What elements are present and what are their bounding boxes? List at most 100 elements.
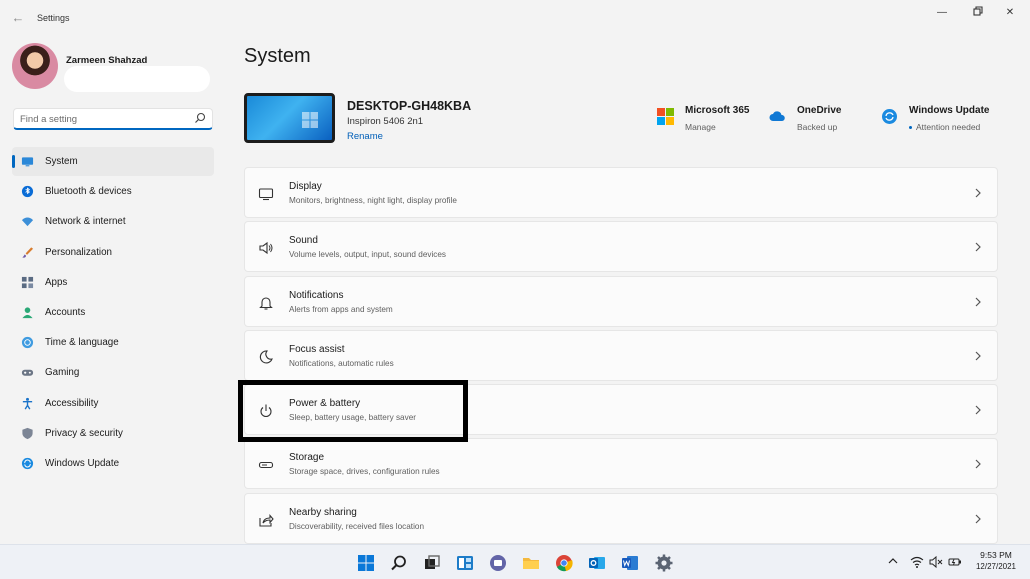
microsoft-365-icon: [657, 108, 674, 125]
back-arrow-icon[interactable]: ←: [10, 10, 26, 26]
setting-subtitle: Monitors, brightness, night light, displ…: [289, 196, 457, 205]
clock-time: 9:53 PM: [980, 550, 1012, 560]
setting-subtitle: Volume levels, output, input, sound devi…: [289, 250, 447, 260]
setting-subtitle: Sleep, battery usage, battery saver: [289, 413, 416, 423]
setting-row-display[interactable]: Display Monitors, brightness, night ligh…: [244, 167, 998, 218]
share-icon: [259, 513, 274, 527]
search-icon[interactable]: [389, 553, 409, 573]
chevron-right-icon: [975, 351, 981, 361]
settings-gear-icon[interactable]: [654, 553, 674, 573]
sidebar-item-accounts[interactable]: Accounts: [12, 298, 214, 327]
chevron-right-icon: [975, 297, 981, 307]
power-icon: [260, 404, 272, 418]
start-icon[interactable]: [356, 553, 376, 573]
setting-title: Storage: [289, 452, 325, 464]
sidebar-item-label: Accessibility: [45, 397, 99, 409]
volume-mute-icon[interactable]: [929, 555, 943, 569]
setting-row-nearby-sharing[interactable]: Nearby sharing Discoverability, received…: [244, 492, 998, 544]
chevron-right-icon: [975, 514, 981, 524]
sidebar-item-privacy[interactable]: Privacy & security: [12, 419, 214, 448]
setting-row-sound[interactable]: Sound Volume levels, output, input, soun…: [244, 221, 998, 273]
taskbar-clock[interactable]: 9:53 PM 12/27/2021: [968, 549, 1024, 573]
monitor-icon: [21, 157, 34, 167]
settings-list: Display Monitors, brightness, night ligh…: [244, 167, 998, 547]
word-icon[interactable]: [620, 553, 640, 573]
sidebar-item-bluetooth[interactable]: Bluetooth & devices: [12, 177, 214, 206]
restore-icon[interactable]: [968, 6, 988, 20]
globe-clock-icon: [21, 337, 34, 349]
quick-link-title: OneDrive: [797, 105, 842, 116]
device-card: DESKTOP-GH48KBA Inspiron 5406 2n1 Rename: [244, 93, 544, 145]
setting-subtitle: Alerts from apps and system: [289, 304, 393, 314]
bell-icon: [259, 297, 273, 310]
setting-row-notifications[interactable]: Notifications Alerts from apps and syste…: [244, 275, 998, 327]
setting-subtitle: Discoverability, received files location: [289, 521, 424, 531]
quick-link-subtitle: Backed up: [797, 122, 838, 132]
chrome-icon[interactable]: [554, 553, 574, 573]
windows-logo-icon: [302, 112, 318, 128]
wifi-icon[interactable]: [910, 555, 924, 569]
quick-link-onedrive[interactable]: OneDrive Backed up: [769, 104, 859, 136]
sidebar-item-label: Bluetooth & devices: [45, 186, 132, 198]
sidebar-item-accessibility[interactable]: Accessibility: [12, 389, 214, 418]
sidebar-item-personalization[interactable]: Personalization: [12, 238, 214, 267]
setting-row-storage[interactable]: Storage Storage space, drives, configura…: [244, 438, 998, 490]
sidebar-item-label: Network & internet: [45, 216, 126, 228]
quick-link-subtitle: Manage: [685, 122, 716, 132]
file-explorer-icon[interactable]: [521, 553, 541, 573]
close-icon[interactable]: ✕: [1000, 6, 1020, 20]
search-input[interactable]: [20, 112, 190, 126]
outlook-icon[interactable]: [587, 553, 607, 573]
chevron-right-icon: [975, 405, 981, 415]
chevron-right-icon: [975, 188, 981, 198]
speaker-icon: [259, 242, 273, 255]
search-icon[interactable]: [194, 112, 206, 124]
sidebar-item-time-language[interactable]: Time & language: [12, 328, 214, 357]
task-view-icon[interactable]: [422, 553, 442, 573]
page-title: System: [244, 45, 311, 67]
setting-row-focus-assist[interactable]: Focus assist Notifications, automatic ru…: [244, 329, 998, 381]
onedrive-cloud-icon: [769, 111, 785, 121]
minimize-icon[interactable]: —: [932, 6, 952, 20]
quick-link-microsoft-365[interactable]: Microsoft 365 Manage: [657, 104, 757, 136]
setting-title: Sound: [289, 235, 318, 247]
search-box[interactable]: [13, 108, 213, 130]
sidebar-item-gaming[interactable]: Gaming: [12, 358, 214, 387]
apps-icon: [21, 276, 34, 288]
setting-subtitle: Notifications, automatic rules: [289, 358, 394, 368]
user-email-redacted: [64, 66, 210, 92]
update-icon: [21, 457, 34, 469]
device-model: Inspiron 5406 2n1: [347, 116, 424, 127]
battery-icon[interactable]: [948, 555, 962, 569]
widgets-icon[interactable]: [455, 553, 475, 573]
quick-link-subtitle: Attention needed: [909, 122, 980, 132]
moon-icon: [259, 350, 273, 364]
sidebar-item-label: Accounts: [45, 306, 86, 318]
person-icon: [22, 307, 33, 319]
device-name: DESKTOP-GH48KBA: [347, 99, 472, 113]
display-icon: [258, 188, 274, 201]
setting-title: Notifications: [289, 289, 344, 301]
sidebar-item-system[interactable]: System: [12, 147, 214, 176]
setting-title: Power & battery: [289, 398, 361, 410]
storage-icon: [258, 462, 274, 469]
user-profile[interactable]: Zarmeen Shahzad: [12, 43, 212, 93]
app-title: Settings: [37, 13, 70, 23]
windows-update-icon: [882, 109, 897, 124]
sidebar-item-network[interactable]: Network & internet: [12, 207, 214, 236]
setting-row-power-battery[interactable]: Power & battery Sleep, battery usage, ba…: [244, 384, 998, 436]
bluetooth-icon: [21, 186, 34, 198]
chevron-up-icon[interactable]: [887, 555, 899, 567]
sidebar-item-label: Privacy & security: [45, 427, 123, 439]
shield-icon: [22, 427, 33, 439]
rename-link[interactable]: Rename: [347, 131, 383, 142]
device-wallpaper-thumbnail: [244, 93, 335, 143]
brush-icon: [22, 246, 34, 258]
wifi-icon: [21, 217, 34, 227]
sidebar-item-apps[interactable]: Apps: [12, 268, 214, 297]
taskbar: 9:53 PM 12/27/2021: [0, 544, 1030, 579]
teams-chat-icon[interactable]: [488, 553, 508, 573]
sidebar-item-windows-update[interactable]: Windows Update: [12, 449, 214, 478]
quick-link-windows-update[interactable]: Windows Update Attention needed: [881, 104, 996, 136]
avatar[interactable]: [12, 43, 58, 89]
